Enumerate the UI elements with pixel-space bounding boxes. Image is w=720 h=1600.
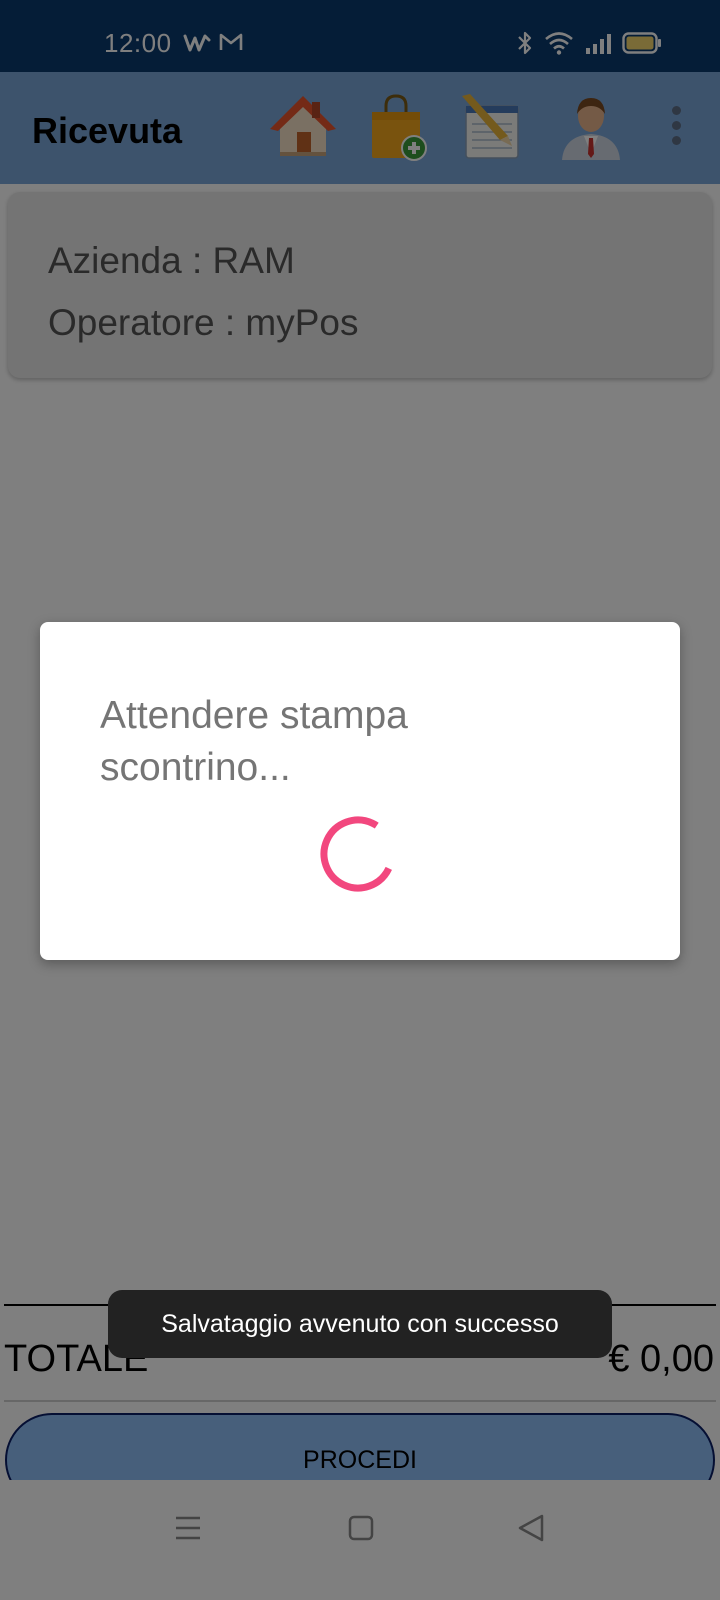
dialog-message: Attendere stampa scontrino... — [100, 694, 408, 789]
loading-spinner — [320, 816, 396, 892]
progress-dialog: Attendere stampa scontrino... — [40, 622, 680, 960]
toast-message: Salvataggio avvenuto con successo — [108, 1290, 612, 1358]
